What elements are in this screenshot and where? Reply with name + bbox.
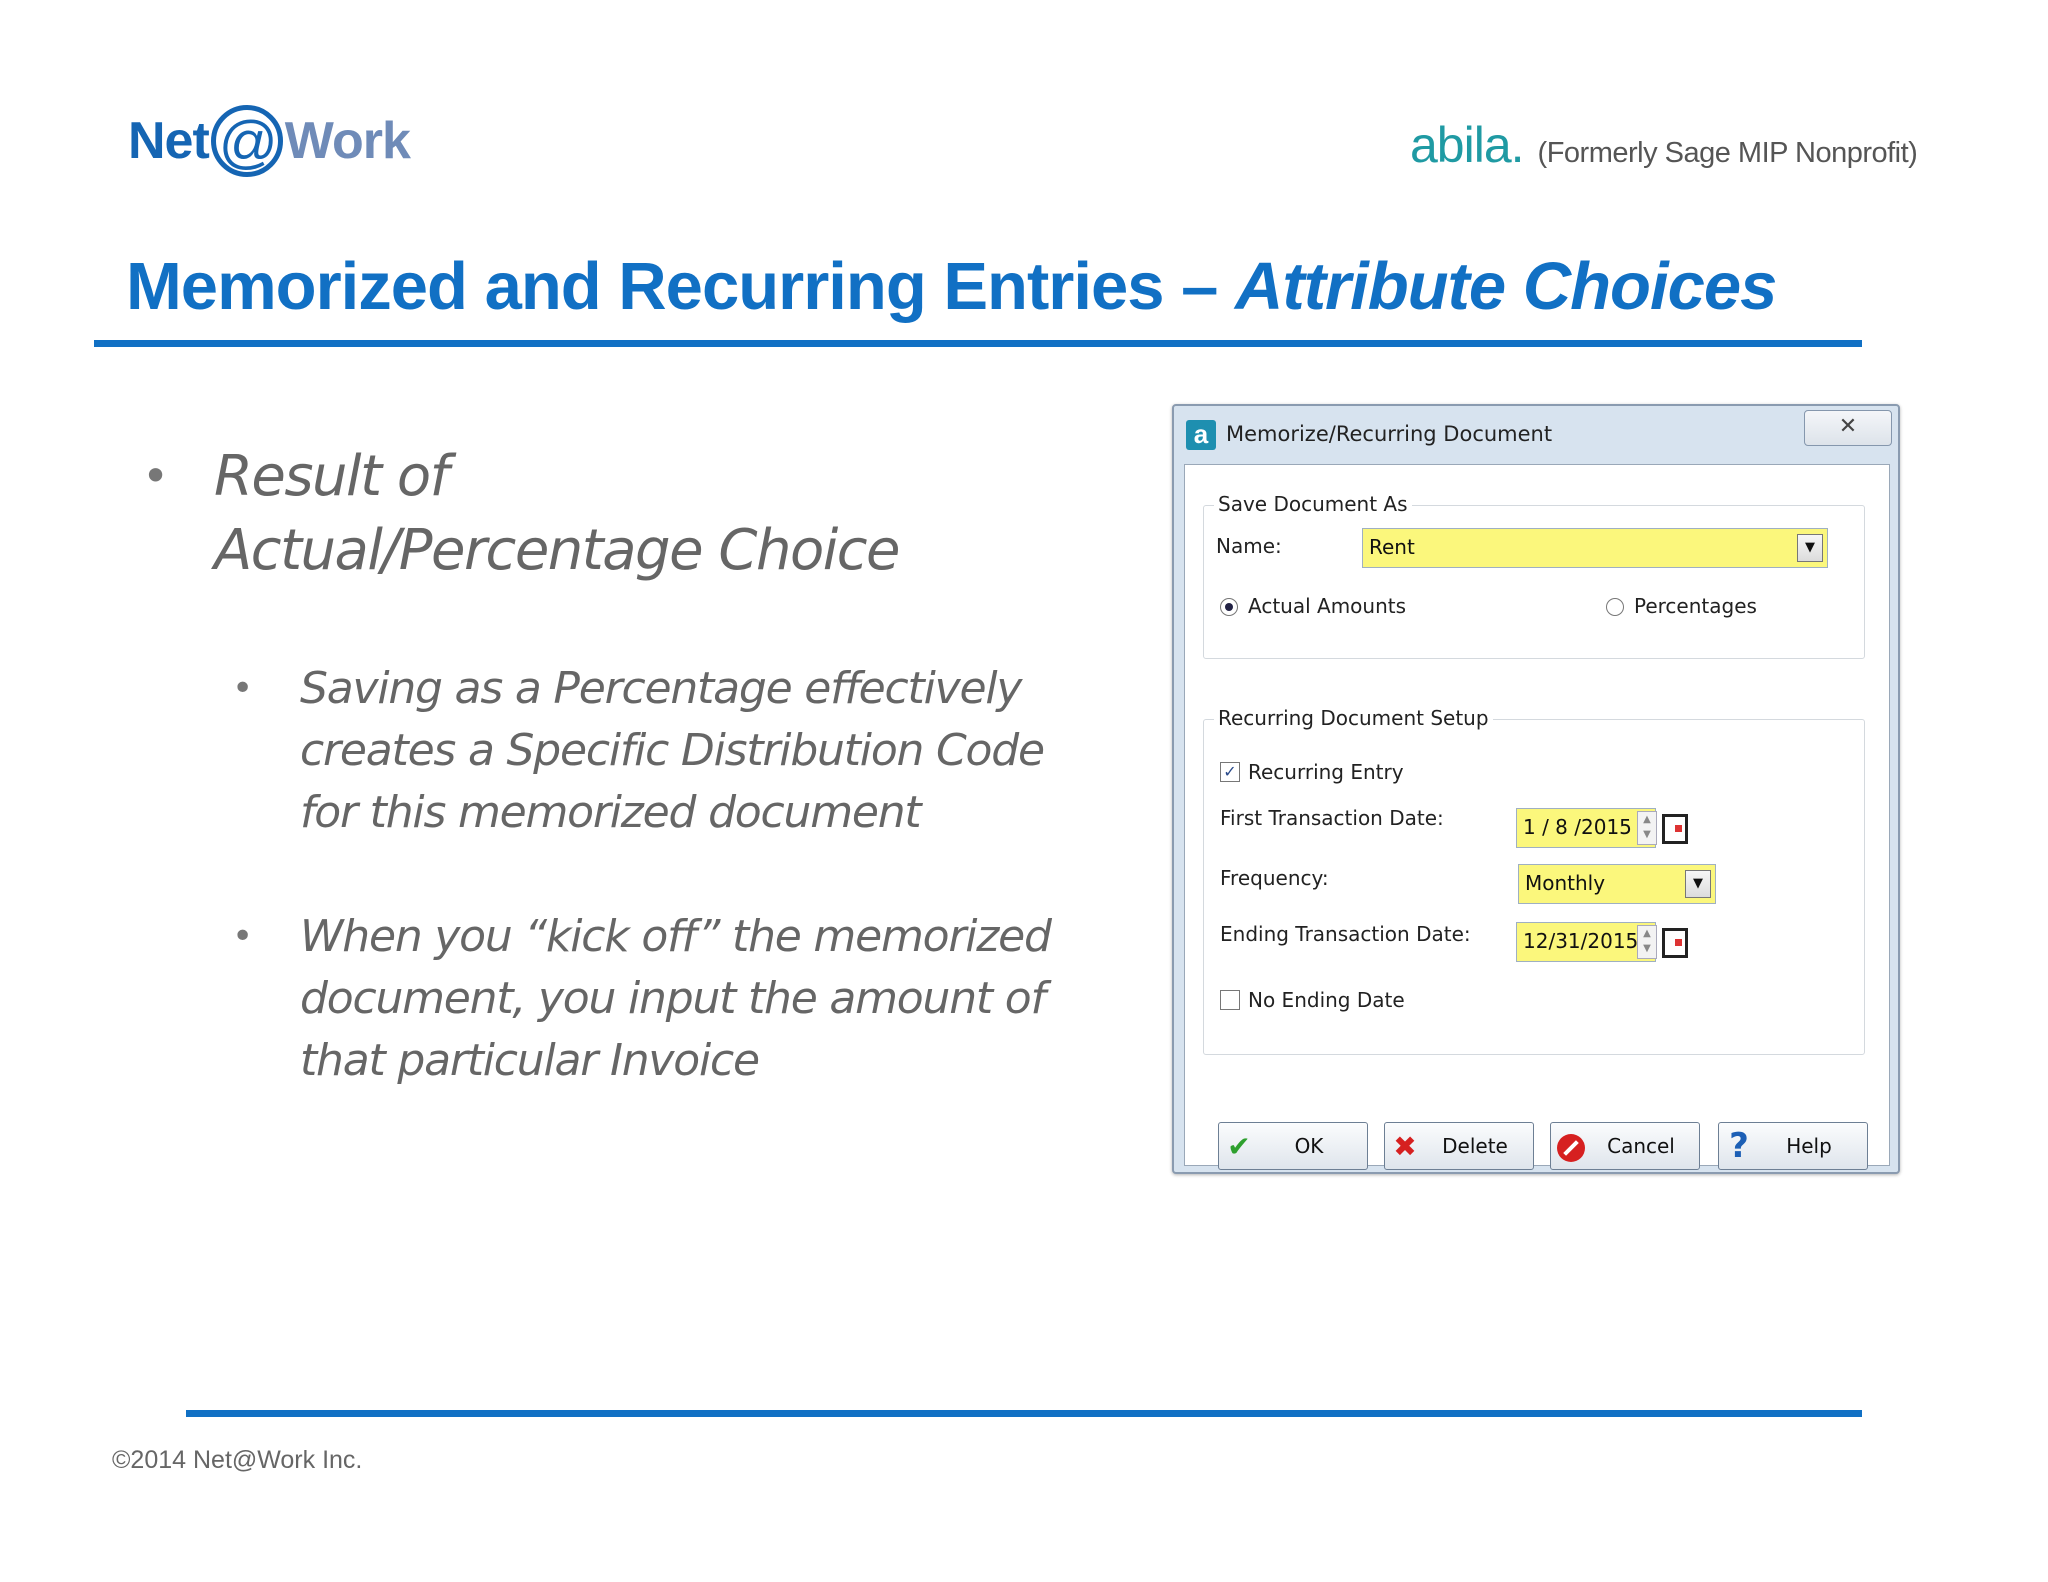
first-date-calendar-icon[interactable] xyxy=(1662,814,1688,844)
slide-title: Memorized and Recurring Entries – Attrib… xyxy=(126,248,1777,325)
ending-date-value: 12/31/2015 xyxy=(1523,929,1639,953)
ending-date-calendar-icon[interactable] xyxy=(1662,928,1688,958)
slide-title-main: Memorized and Recurring Entries – xyxy=(126,249,1235,324)
sub-bullet-1: • Saving as a Percentage effectively cre… xyxy=(232,658,1112,844)
actual-amounts-radio[interactable] xyxy=(1220,598,1238,616)
sub-bullet-2: • When you “kick off” the memorized docu… xyxy=(232,906,1112,1092)
checkmark-icon: ✓ xyxy=(1223,762,1237,781)
recurring-entry-checkbox[interactable]: ✓ xyxy=(1220,762,1240,782)
name-value: Rent xyxy=(1369,535,1415,559)
no-entry-icon xyxy=(1551,1130,1591,1163)
help-button-label: Help xyxy=(1786,1134,1832,1158)
x-icon: ✖ xyxy=(1393,1129,1417,1163)
help-button[interactable]: ? Help xyxy=(1718,1122,1868,1170)
first-date-input[interactable]: 1 / 8 /2015 ▲ ▼ xyxy=(1516,808,1657,848)
dialog-body: Save Document As Name: Rent ▼ Actual Amo… xyxy=(1184,464,1890,1166)
ok-button-label: OK xyxy=(1294,1134,1324,1158)
recurring-entry-label[interactable]: Recurring Entry xyxy=(1248,760,1404,784)
delete-button-label: Delete xyxy=(1442,1134,1508,1158)
dialog-title: Memorize/Recurring Document xyxy=(1226,422,1553,446)
first-date-value: 1 / 8 /2015 xyxy=(1523,815,1632,839)
frequency-value: Monthly xyxy=(1525,871,1606,895)
sub-bullet-2-text: When you “kick off” the memorized docume… xyxy=(300,911,1052,1086)
ok-button[interactable]: ✔ OK xyxy=(1218,1122,1368,1170)
title-divider xyxy=(94,340,1862,347)
no-ending-date-label[interactable]: No Ending Date xyxy=(1248,988,1405,1012)
sub-bullet-1-text: Saving as a Percentage effectively creat… xyxy=(300,663,1045,838)
bullet-glyph: • xyxy=(142,449,170,503)
abila-brand: abila. xyxy=(1410,117,1525,173)
slide-title-emphasis: Attribute Choices xyxy=(1235,249,1777,324)
bullet-glyph: • xyxy=(232,916,254,957)
name-label: Name: xyxy=(1216,534,1282,558)
recurring-setup-group-label: Recurring Document Setup xyxy=(1214,706,1493,730)
checkmark-icon: ✔ xyxy=(1227,1129,1251,1163)
percentages-label[interactable]: Percentages xyxy=(1634,594,1757,618)
first-date-spinner[interactable]: ▲ ▼ xyxy=(1637,811,1657,845)
recurring-setup-group: Recurring Document Setup ✓ Recurring Ent… xyxy=(1203,706,1865,1055)
logo-work-text: Work xyxy=(284,112,411,170)
close-icon: ✕ xyxy=(1838,414,1858,439)
frequency-label: Frequency: xyxy=(1220,866,1329,890)
save-document-group: Save Document As Name: Rent ▼ Actual Amo… xyxy=(1203,492,1865,659)
no-ending-date-checkbox[interactable] xyxy=(1220,990,1240,1010)
bullet-main-text: Result of Actual/Percentage Choice xyxy=(214,444,901,583)
frequency-select[interactable]: Monthly ▼ xyxy=(1518,864,1716,904)
chevron-down-icon: ▼ xyxy=(1805,540,1815,555)
actual-amounts-label[interactable]: Actual Amounts xyxy=(1248,594,1406,618)
frequency-dropdown-button[interactable]: ▼ xyxy=(1685,870,1711,898)
chevron-down-icon: ▼ xyxy=(1693,876,1703,891)
first-date-label: First Transaction Date: xyxy=(1220,806,1444,830)
app-icon: a xyxy=(1186,420,1216,450)
percentages-radio[interactable] xyxy=(1606,598,1624,616)
abila-subtitle: (Formerly Sage MIP Nonprofit) xyxy=(1537,137,1918,169)
ending-date-label: Ending Transaction Date: xyxy=(1220,922,1471,946)
name-dropdown-button[interactable]: ▼ xyxy=(1797,534,1823,562)
logo-at-sign: @ xyxy=(210,105,283,177)
save-document-group-label: Save Document As xyxy=(1214,492,1412,516)
ending-date-input[interactable]: 12/31/2015 ▲ ▼ xyxy=(1516,922,1657,962)
logo-net-text: Net xyxy=(128,112,210,170)
cancel-button-label: Cancel xyxy=(1607,1134,1675,1158)
close-button[interactable]: ✕ xyxy=(1804,410,1892,446)
dialog-titlebar[interactable]: a Memorize/Recurring Document ✕ xyxy=(1174,406,1898,464)
ending-date-spinner[interactable]: ▲ ▼ xyxy=(1637,925,1657,959)
delete-button[interactable]: ✖ Delete xyxy=(1384,1122,1534,1170)
bullet-main: • Result of Actual/Percentage Choice xyxy=(142,440,1022,588)
name-combobox[interactable]: Rent ▼ xyxy=(1362,528,1828,568)
abila-logo: abila. (Formerly Sage MIP Nonprofit) xyxy=(1410,116,1918,174)
question-icon: ? xyxy=(1729,1126,1749,1166)
footer-divider xyxy=(186,1410,1862,1417)
bullet-glyph: • xyxy=(232,668,254,709)
copyright-text: ©2014 Net@Work Inc. xyxy=(112,1446,363,1474)
memorize-recurring-dialog: a Memorize/Recurring Document ✕ Save Doc… xyxy=(1172,404,1900,1174)
networks-logo: Net @ Work xyxy=(128,98,411,184)
cancel-button[interactable]: Cancel xyxy=(1550,1122,1700,1170)
